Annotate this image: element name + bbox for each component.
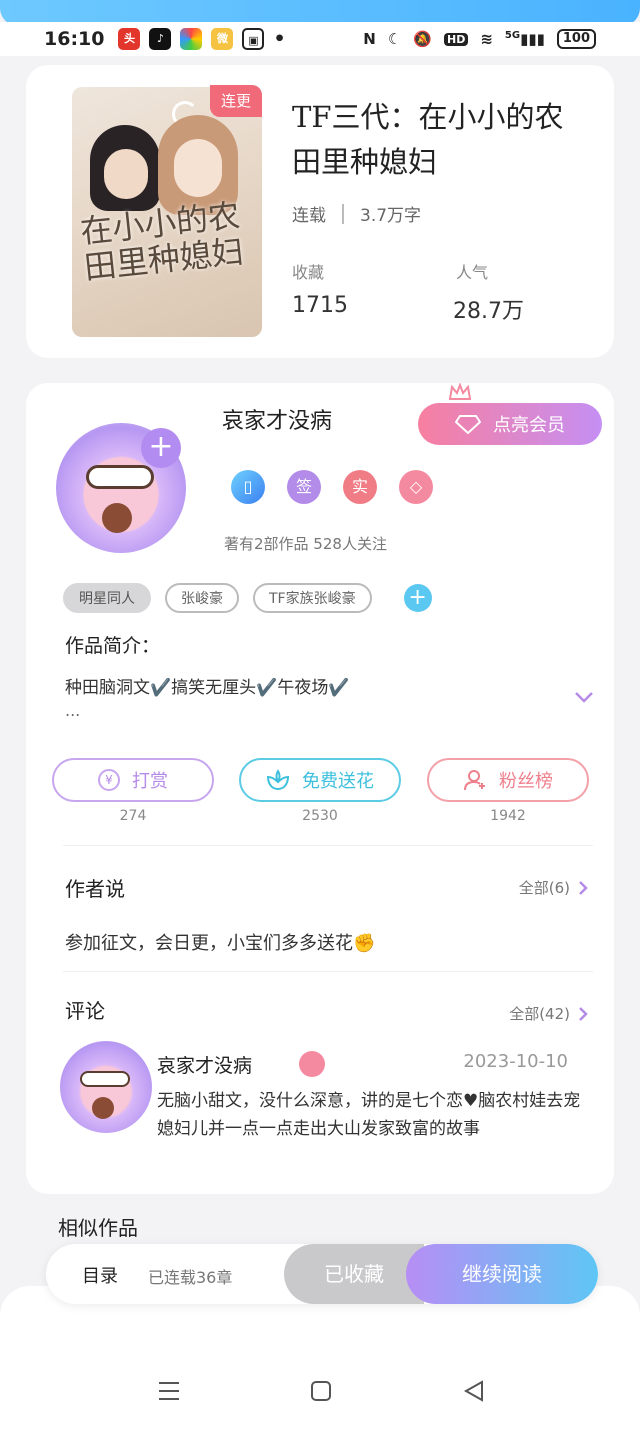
dot-icon: • [273, 28, 286, 50]
author-name[interactable]: 哀家才没病 [222, 403, 332, 435]
send-flower-label: 免费送花 [302, 771, 374, 792]
tag-item[interactable]: 明星同人 [63, 583, 151, 613]
fan-rank-button[interactable]: 粉丝榜 [427, 758, 589, 802]
intro-text: 种田脑洞文✔️搞笑无厘头✔️午夜场✔️ [65, 678, 350, 698]
author-says-all-label: 全部(6) [518, 879, 570, 897]
vip-button[interactable]: 点亮会员 [418, 403, 602, 445]
status-bar: 16:10 头 ♪ 微 ▣ • N ☾ 🔕 HD ≋ 5G▮▮▮ 100 [0, 22, 640, 56]
favorites-label: 收藏 [292, 263, 325, 282]
hd-icon: HD [444, 32, 469, 46]
expand-chevron-icon[interactable] [574, 691, 594, 703]
crown-icon [448, 383, 472, 400]
author-says-title: 作者说 [65, 877, 125, 901]
comments-all-link[interactable]: 全部(42) [509, 1003, 588, 1024]
reward-count: 274 [119, 808, 147, 824]
vip-badge-icon[interactable]: ◇ [399, 470, 433, 504]
author-says-all-link[interactable]: 全部(6) [519, 877, 588, 898]
divider [63, 845, 593, 846]
tag-item[interactable]: 张峻豪 [165, 583, 239, 613]
avatar-mouth [102, 503, 132, 533]
author-badges: ▯ 签 实 ◇ [231, 470, 433, 504]
system-nav-bar [0, 1360, 640, 1420]
tiktok-icon: ♪ [149, 28, 172, 50]
intro-label: 作品简介： [65, 635, 161, 657]
reward-label: 打赏 [132, 771, 168, 792]
intro-ellipsis: ... [65, 701, 81, 720]
comment-date: 2023-10-10 [463, 1051, 568, 1072]
mute-icon: 🔕 [413, 30, 432, 48]
vip-button-label: 点亮会员 [493, 415, 565, 436]
cover-face-right [174, 139, 222, 197]
popularity-label: 人气 [456, 263, 489, 282]
comments-title: 评论 [65, 999, 105, 1023]
author-card: + 哀家才没病 点亮会员 ▯ 签 实 ◇ 著有2部作品 528人关注 明星同人 … [26, 383, 614, 1194]
signed-badge[interactable]: 签 [287, 470, 321, 504]
favorites-value: 1715 [292, 293, 348, 318]
menu-icon[interactable] [157, 1380, 181, 1402]
cover-title: 在小小的农田里种媳妇 [78, 196, 246, 287]
word-count: 3.7万字 [360, 206, 422, 226]
author-says-text: 参加征文，会日更，小宝们多多送花✊ [65, 933, 376, 954]
bottom-action-bar: 目录 已连载36章 已收藏 继续阅读 [46, 1244, 598, 1304]
app-icon [180, 28, 203, 50]
moon-icon: ☾ [387, 30, 402, 48]
vip-badge-icon [299, 1051, 325, 1077]
follow-plus-button[interactable]: + [141, 428, 181, 468]
author-stats: 著有2部作品 528人关注 [224, 535, 387, 553]
popularity-value: 28.7万 [453, 299, 524, 324]
chevron-right-icon [579, 880, 588, 895]
chevron-right-icon [579, 1006, 588, 1021]
comment-text: 无脑小甜文，没什么深意，讲的是七个恋♥脑农村娃去宠媳妇儿并一点一点走出大山发家致… [157, 1091, 581, 1139]
reward-button[interactable]: ¥ 打赏 [52, 758, 214, 802]
book-cover[interactable]: 在小小的农田里种媳妇 [72, 87, 262, 337]
avatar-mouth [92, 1097, 114, 1119]
meta-divider [342, 203, 344, 224]
update-status-tag: 连更 [210, 85, 262, 117]
favorited-button[interactable]: 已收藏 [284, 1244, 424, 1304]
book-info-card: 在小小的农田里种媳妇 连更 TF三代：在小小的农田里种媳妇 连载 3.7万字 收… [26, 65, 614, 358]
diamond-icon [455, 415, 481, 434]
send-flower-button[interactable]: 免费送花 [239, 758, 401, 802]
chapter-count: 已连载36章 [148, 1268, 233, 1287]
cover-face-left [104, 149, 148, 199]
commenter-name[interactable]: 哀家才没病 [157, 1051, 252, 1078]
battery-icon: 100 [556, 29, 596, 49]
bilibili-icon: ▣ [242, 28, 265, 50]
avatar-eyes [86, 465, 154, 489]
commenter-avatar[interactable] [60, 1041, 152, 1133]
yuan-icon: ¥ [98, 769, 120, 791]
toutiao-icon: 头 [118, 28, 141, 50]
book-meta: 连载 3.7万字 [292, 201, 421, 226]
status-time: 16:10 [44, 28, 105, 50]
nfc-icon: N [363, 30, 376, 48]
back-icon[interactable] [463, 1380, 485, 1402]
flower-count: 2530 [302, 808, 338, 824]
tag-item[interactable]: TF家族张峻豪 [253, 583, 372, 613]
add-tag-button[interactable]: + [403, 584, 432, 612]
toc-button[interactable]: 目录 [82, 1262, 118, 1288]
phone-badge-icon[interactable]: ▯ [231, 470, 265, 504]
book-status: 连载 [292, 206, 326, 226]
book-title: TF三代：在小小的农田里种媳妇 [292, 100, 564, 179]
comments-all-label: 全部(42) [509, 1005, 570, 1023]
similar-works-title: 相似作品 [58, 1216, 138, 1240]
home-icon[interactable] [310, 1380, 332, 1402]
continue-reading-button[interactable]: 继续阅读 [406, 1244, 598, 1304]
flower-icon [266, 769, 290, 791]
tag-list: 明星同人 张峻豪 TF家族张峻豪 + [63, 583, 432, 613]
avatar-eyes [80, 1071, 130, 1087]
verified-badge[interactable]: 实 [343, 470, 377, 504]
signal-icon: 5G▮▮▮ [504, 30, 545, 48]
weibo-icon: 微 [211, 28, 234, 50]
fan-rank-count: 1942 [490, 808, 526, 824]
fan-rank-label: 粉丝榜 [499, 771, 553, 792]
user-icon [464, 770, 485, 791]
wifi-icon: ≋ [480, 30, 493, 48]
divider [63, 971, 593, 972]
